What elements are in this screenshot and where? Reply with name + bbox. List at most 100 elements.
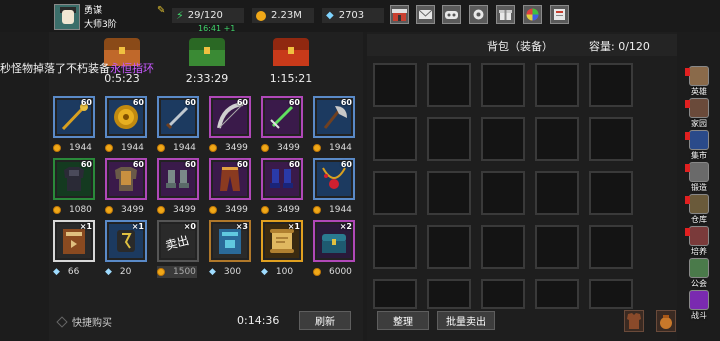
gift-button[interactable] (496, 5, 515, 24)
shop-item[interactable]: ×1 (261, 220, 303, 262)
bag-slot[interactable] (589, 171, 633, 215)
bag-slot[interactable] (535, 171, 579, 215)
battle-portal-icon (689, 290, 709, 310)
item-price: ◆ 20 (105, 266, 131, 278)
item-price: 1944 (157, 142, 196, 154)
sidenav-item[interactable]: 战斗 (686, 290, 712, 322)
sidenav-item[interactable]: 仓库 (685, 194, 712, 226)
shop-item[interactable]: 60 (53, 96, 95, 138)
armor-filter-button[interactable] (624, 310, 644, 332)
bag-slot[interactable] (427, 171, 471, 215)
bag-slot[interactable] (589, 279, 633, 309)
gold-coin-icon (53, 206, 61, 214)
alert-badge (685, 164, 690, 172)
bulk-sell-button[interactable]: 批量卖出 (437, 311, 495, 330)
shop-item[interactable]: ×1 (53, 220, 95, 262)
item-price: 1944 (313, 204, 352, 216)
shop-button[interactable] (390, 5, 409, 24)
shop-item[interactable]: 60 (209, 96, 251, 138)
chest-2-timer: 2:33:29 (185, 72, 229, 85)
item-price: 1944 (105, 142, 144, 154)
sidenav-item[interactable]: 家园 (685, 98, 712, 130)
shop-item[interactable]: 60 (157, 158, 199, 200)
shop-item[interactable]: 60 (105, 158, 147, 200)
sort-button[interactable]: 整理 (377, 311, 429, 330)
bag-slot[interactable] (427, 117, 471, 161)
bag-sort-button[interactable] (656, 310, 676, 332)
gold-coin-icon (209, 206, 217, 214)
shop-item[interactable]: 60 (261, 96, 303, 138)
shop-icon (392, 9, 407, 21)
sidenav-item[interactable]: 集市 (685, 130, 712, 162)
armor-icon (627, 313, 641, 329)
shop-item[interactable]: ×3 (209, 220, 251, 262)
shop-item[interactable]: ×0 卖出 (157, 220, 199, 262)
sidenav-item[interactable]: 英雄 (685, 66, 712, 98)
bag-capacity: 容量: 0/120 (589, 40, 650, 53)
item-price: 3499 (261, 204, 300, 216)
item-price: 3499 (261, 142, 300, 154)
item-level: 60 (236, 160, 248, 169)
sidenav-item[interactable]: 锻造 (685, 162, 712, 194)
diamond-icon: ◆ (326, 10, 334, 21)
chest-2[interactable] (189, 38, 225, 66)
gold-coin-icon (105, 144, 113, 152)
market-icon (689, 130, 709, 150)
item-level: 60 (80, 98, 92, 107)
bag-slot[interactable] (373, 171, 417, 215)
bag-slot[interactable] (427, 279, 471, 309)
shop-item[interactable]: 60 (313, 158, 355, 200)
bag-slot[interactable] (427, 225, 471, 269)
item-level: ×2 (339, 222, 352, 231)
anvil-icon (689, 162, 709, 182)
bag-slot[interactable] (481, 225, 525, 269)
bag-slot[interactable] (481, 171, 525, 215)
bag-slot[interactable] (481, 279, 525, 309)
bag-slot[interactable] (373, 225, 417, 269)
shop-item[interactable]: 60 (157, 96, 199, 138)
bag-slot[interactable] (589, 117, 633, 161)
sidenav-item[interactable]: 培养 (685, 226, 712, 258)
item-level: ×1 (79, 222, 92, 231)
gold-coin-icon (105, 206, 113, 214)
bag-slot[interactable] (427, 63, 471, 107)
item-level: 60 (236, 98, 248, 107)
bag-slot[interactable] (535, 63, 579, 107)
bag-slot[interactable] (373, 117, 417, 161)
bag-slot[interactable] (589, 225, 633, 269)
refresh-button[interactable]: 刷新 (299, 311, 351, 330)
sidenav-label: 锻造 (691, 183, 707, 192)
bag-slot[interactable] (589, 63, 633, 107)
bag-slot[interactable] (373, 63, 417, 107)
shop-item[interactable]: 60 (53, 158, 95, 200)
bag-slot[interactable] (535, 225, 579, 269)
shop-item[interactable]: 60 (313, 96, 355, 138)
shop-item[interactable]: 60 (261, 158, 303, 200)
settings-button[interactable] (469, 5, 488, 24)
shop-item[interactable]: ×1 (105, 220, 147, 262)
quick-buy-toggle[interactable]: 快捷购买 (56, 314, 112, 329)
bag-slot[interactable] (535, 279, 579, 309)
sidenav-item[interactable]: 公会 (686, 258, 712, 290)
home-icon (689, 98, 709, 118)
bag-slot[interactable] (481, 117, 525, 161)
bag-slot[interactable] (481, 63, 525, 107)
gold-coin-icon (209, 144, 217, 152)
edit-icon[interactable]: ✎ (157, 5, 168, 16)
sidenav-label: 集市 (691, 151, 707, 160)
mail-button[interactable] (416, 5, 435, 24)
chest-3[interactable] (273, 38, 309, 66)
sidenav-label: 培养 (691, 247, 707, 256)
player-avatar[interactable] (54, 4, 80, 30)
color-wheel-button[interactable] (523, 5, 542, 24)
sack-icon (660, 315, 672, 329)
shop-item[interactable]: 60 (209, 158, 251, 200)
bag-slot[interactable] (373, 279, 417, 309)
shop-item[interactable]: ×2 (313, 220, 355, 262)
quick-buy-label: 快捷购买 (72, 318, 112, 329)
color-wheel-icon (526, 8, 539, 21)
bag-slot[interactable] (535, 117, 579, 161)
gamepad-button[interactable] (442, 5, 461, 24)
notice-button[interactable] (550, 5, 569, 24)
shop-item[interactable]: 60 (105, 96, 147, 138)
